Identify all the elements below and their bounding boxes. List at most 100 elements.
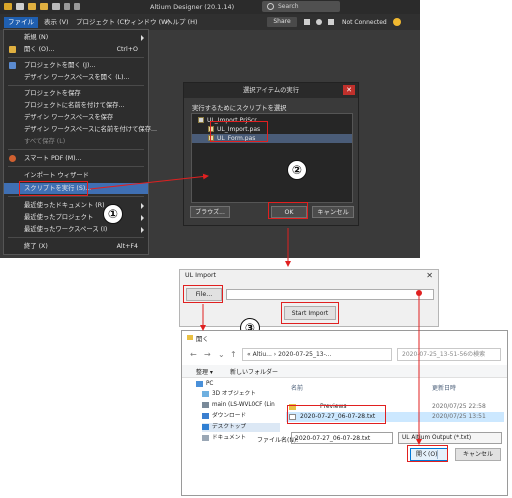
menu-item-label: 最近使ったドキュメント (R) [24, 202, 105, 209]
menu-item-label: 終了 (X) [24, 243, 48, 250]
nav-item-label: main (LS-WVL0CF (Lin [212, 402, 275, 408]
search-input[interactable]: 2020-07-25_13-51-56の検索 [397, 348, 501, 361]
menu-help[interactable]: ヘルプ (H) [166, 17, 198, 28]
user-avatar-icon[interactable] [393, 18, 401, 26]
nav-item-network-drive[interactable]: main (LS-WVL0CF (Lin [202, 401, 280, 410]
nav-item-label: PC [206, 381, 214, 387]
nav-item-3d-objects[interactable]: 3D オブジェクト [202, 390, 280, 399]
connection-status: Not Connected [342, 19, 387, 26]
notifications-icon[interactable] [304, 19, 310, 25]
save-icon[interactable] [52, 3, 60, 10]
menu-item-label: デザイン ワークスペースを保存 [24, 114, 114, 121]
menu-item-recent-projects[interactable]: 最近使ったプロジェクト [4, 212, 148, 223]
submenu-arrow-icon [141, 35, 144, 41]
menu-item-label: すべて保存 (L) [24, 138, 66, 145]
menu-item-label: スマート PDF (M)... [24, 155, 82, 162]
file-path-field[interactable] [226, 289, 434, 300]
menu-item-recent-workspaces[interactable]: 最近使ったワークスペース (I) [4, 224, 148, 235]
menu-item-label: 最近使ったワークスペース (I) [24, 226, 108, 233]
open-folder-icon-2[interactable] [40, 3, 48, 10]
menu-item-label: デザイン ワークスペースに名前を付けて保存... [24, 126, 157, 133]
forward-icon[interactable]: → [204, 350, 211, 359]
dialog-prompt: 実行するためにスクリプトを選択 [192, 105, 287, 112]
filename-input[interactable]: 2020-07-27_06-07-28.txt [291, 432, 393, 444]
menu-item-label: 開く (O)... [24, 46, 55, 53]
close-icon[interactable]: ✕ [426, 271, 433, 280]
nav-item-downloads[interactable]: ダウンロード [202, 412, 280, 421]
nav-item-label: ダウンロード [212, 413, 247, 419]
form-title: UL Import [185, 272, 217, 279]
highlight-run-script [19, 181, 88, 196]
chevron-down-icon[interactable]: ⌄ [218, 350, 225, 359]
file-date: 2020/07/25 22:58 [432, 403, 486, 410]
menu-separator [8, 85, 144, 86]
menu-separator [8, 237, 144, 238]
menu-item-import-wizard[interactable]: インポート ウィザード [4, 170, 148, 181]
menu-item-save-workspace[interactable]: デザイン ワークスペースを保存 [4, 112, 148, 123]
menu-separator [8, 149, 144, 150]
back-icon[interactable]: ← [190, 350, 197, 359]
downloads-icon [202, 413, 209, 419]
menu-window[interactable]: ウィンドウ (W) [124, 17, 170, 28]
menu-item-open-workspace[interactable]: デザイン ワークスペースを開く (L)... [4, 72, 148, 83]
cancel-button[interactable]: キャンセル [455, 448, 501, 461]
app-title: Altium Designer (20.1.14) [150, 3, 235, 11]
highlight-txt-file [287, 405, 386, 424]
menu-item-label: プロジェクトに名前を付けて保存... [24, 102, 125, 109]
dialog-toolbar: 整理 ▾ 新しいフォルダー [182, 365, 507, 378]
menu-file[interactable]: ファイル (F) [4, 17, 38, 37]
menu-separator [8, 166, 144, 167]
nav-item-label: デスクトップ [212, 424, 247, 430]
close-button[interactable]: ✕ [343, 85, 355, 95]
highlight-start-import [281, 302, 339, 324]
highlight-open-button [407, 445, 448, 462]
nav-item-pc[interactable]: PC [196, 380, 274, 389]
redo-icon[interactable] [74, 3, 80, 10]
browse-button[interactable]: ブラウズ... [190, 206, 230, 218]
project-file-icon [198, 117, 204, 123]
menu-item-save-project[interactable]: プロジェクトを保存 [4, 88, 148, 99]
menu-view[interactable]: 表示 (V) [44, 17, 69, 28]
undo-icon[interactable] [64, 3, 70, 10]
menu-item-save-all: すべて保存 (L) [4, 136, 148, 147]
file-menu-dropdown: 新規 (N) 開く (O)... Ctrl+O プロジェクトを開く (J)...… [3, 29, 157, 255]
3d-objects-icon [202, 391, 209, 397]
new-file-icon[interactable] [16, 3, 24, 10]
search-icon [267, 3, 274, 10]
menu-item-open[interactable]: 開く (O)... Ctrl+O [4, 44, 148, 55]
menu-item-smart-pdf[interactable]: スマート PDF (M)... [4, 153, 148, 164]
menu-item-recent-documents[interactable]: 最近使ったドキュメント (R) [4, 200, 148, 211]
menu-item-open-project[interactable]: プロジェクトを開く (J)... [4, 60, 148, 71]
menu-item-new[interactable]: 新規 (N) [4, 32, 148, 43]
menu-item-save-project-as[interactable]: プロジェクトに名前を付けて保存... [4, 100, 148, 111]
new-folder-button[interactable]: 新しいフォルダー [230, 367, 278, 376]
open-folder-icon[interactable] [28, 3, 36, 10]
search-box[interactable]: Search [262, 1, 340, 12]
menu-item-save-workspace-as[interactable]: デザイン ワークスペースに名前を付けて保存... [4, 124, 157, 135]
account-icon[interactable] [328, 19, 334, 25]
menu-bar: ファイル (F) 表示 (V) プロジェクト (C) ウィンドウ (W) ヘルプ… [0, 14, 420, 37]
menu-item-label: デザイン ワークスペースを開く (L)... [24, 74, 130, 81]
share-button[interactable]: Share [267, 17, 297, 27]
app-logo-icon [4, 3, 12, 10]
file-type-select[interactable]: UL Altium Output (*.txt) [398, 432, 502, 444]
desktop-icon [202, 424, 209, 430]
cancel-button[interactable]: キャンセル [312, 206, 354, 218]
highlight-ok-button [268, 202, 308, 219]
menu-item-label: 新規 (N) [24, 34, 49, 41]
menu-item-shortcut: Alt+F4 [116, 243, 138, 250]
nav-item-desktop[interactable]: デスクトップ [202, 423, 280, 432]
column-header-date[interactable]: 更新日時 [432, 383, 456, 392]
address-bar[interactable]: « Altiu... › 2020-07-25_13-... [242, 348, 392, 361]
dialog-title: 選択アイテムの実行 [184, 83, 358, 98]
menu-separator [8, 196, 144, 197]
documents-icon [202, 435, 209, 441]
organize-button[interactable]: 整理 ▾ [196, 367, 213, 376]
highlight-form-pas [210, 121, 268, 142]
pdf-icon [9, 155, 16, 162]
menu-project[interactable]: プロジェクト (C) [76, 17, 127, 28]
column-header-name[interactable]: 名前 [291, 383, 303, 392]
gear-icon[interactable] [316, 19, 322, 25]
menu-item-exit[interactable]: 終了 (X) Alt+F4 [4, 241, 148, 252]
up-icon[interactable]: ↑ [230, 350, 237, 359]
